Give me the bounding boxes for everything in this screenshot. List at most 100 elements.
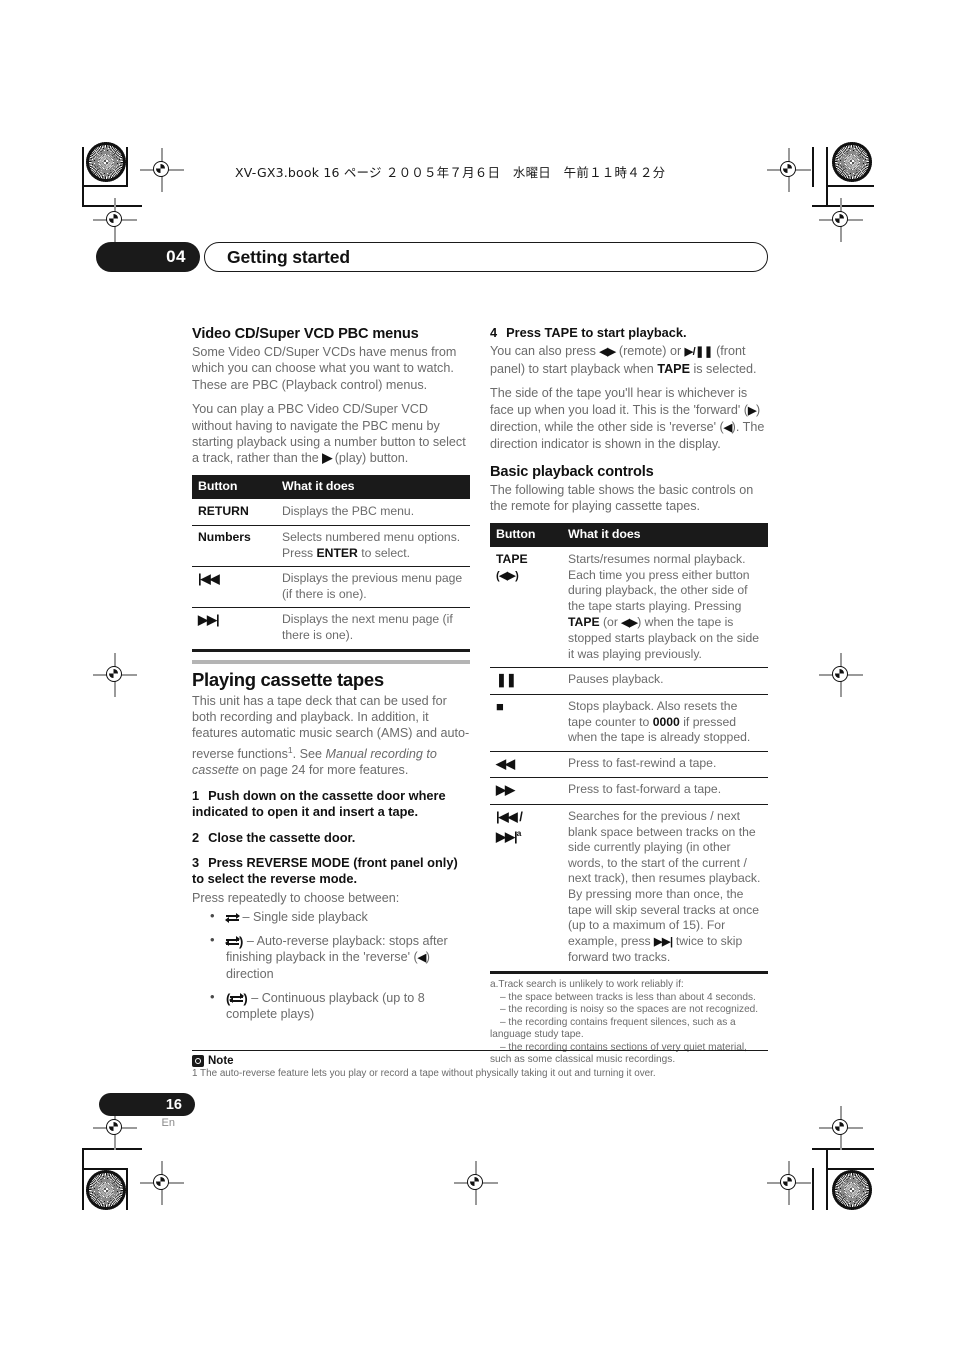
note-divider-rule: [192, 1050, 768, 1052]
pbc-para2-text-b: (play) button.: [331, 451, 409, 466]
step-number: 2: [192, 829, 200, 845]
book-header-line: XV-GX3.book 16 ページ ２００５年７月６日 水曜日 午前１１時４２…: [235, 165, 666, 180]
crop-line: [812, 205, 874, 207]
registration-mark: [767, 148, 811, 192]
fastforward-icon: ▶▶: [496, 782, 515, 798]
table-row: ▶▶ Press to fast-forward a tape.: [490, 777, 768, 805]
footnote-item: – the space between tracks is less than …: [500, 991, 756, 1003]
footnote-lead: a.Track search is unlikely to work relia…: [490, 978, 684, 990]
crop-line: [82, 205, 142, 207]
reverse-mode-auto-icon: ): [225, 935, 243, 949]
reverse-direction-icon: ◀: [723, 422, 732, 435]
list-item: – Single side playback: [210, 908, 470, 925]
registration-mark: [767, 1161, 811, 1205]
cassette-text-b: . See: [292, 747, 326, 761]
registration-mark: [819, 653, 863, 697]
chapter-title-pill: Getting started: [204, 242, 768, 272]
table-row: ◀◀ Press to fast-rewind a tape.: [490, 751, 768, 779]
crop-line: [82, 147, 84, 207]
crop-line: [82, 185, 127, 187]
note-label: Note: [208, 1055, 234, 1068]
desc-bold-enter: ENTER: [316, 545, 358, 560]
chapter-number: 04: [96, 242, 200, 272]
skip-previous-icon: |◀◀: [198, 571, 220, 587]
crop-line: [826, 185, 874, 187]
right-column: 4 Press TAPE to start playback. You can a…: [490, 325, 768, 1067]
reverse-mode-continuous-icon: (): [226, 990, 248, 1006]
crop-line: [82, 1148, 84, 1210]
step-text: Press REVERSE MODE (front panel only) to…: [192, 855, 458, 887]
desc-cell: Displays the next menu page (if there is…: [276, 607, 470, 652]
chapter-bar: 04 Getting started: [96, 242, 768, 272]
list-item: ) – Auto-reverse playback: stops after f…: [210, 932, 470, 983]
registration-rosette: [86, 1170, 126, 1210]
pbc-intro-paragraph-2: You can play a PBC Video CD/Super VCD wi…: [192, 401, 470, 467]
basic-playback-controls-table: Button What it does TAPE (◀▶) Starts/res…: [490, 522, 768, 974]
table-row: TAPE (◀▶) Starts/resumes normal playback…: [490, 547, 768, 669]
registration-mark: [819, 1106, 863, 1150]
button-cell-fastforward: ▶▶: [490, 777, 562, 805]
table-row: ▶▶| Displays the next menu page (if ther…: [192, 607, 470, 652]
table-row: RETURN Displays the PBC menu.: [192, 499, 470, 527]
tape-direction-icon: ◀▶: [621, 616, 638, 629]
skip-next-icon: ▶▶|: [496, 828, 518, 844]
step-number: 3: [192, 855, 200, 871]
column-header-button: Button: [192, 474, 276, 500]
s4p2-a: The side of the tape you'll hear is whic…: [490, 386, 748, 417]
note-icon: [192, 1055, 204, 1068]
cassette-intro-paragraph: This unit has a tape deck that can be us…: [192, 693, 470, 779]
desc-cell: Selects numbered menu options. Press ENT…: [276, 525, 470, 568]
page-language-code: En: [161, 1117, 175, 1129]
registration-mark: [140, 1161, 184, 1205]
footnote-item: – the recording is noisy so the spaces a…: [500, 1004, 759, 1016]
skip-previous-icon: |◀◀: [496, 808, 518, 824]
button-cell-stop: ■: [490, 694, 562, 752]
registration-mark: [93, 653, 137, 697]
reverse-mode-options-list: – Single side playback ) – Auto-reverse …: [192, 908, 470, 1022]
note-block: Note 1 The auto-reverse feature lets you…: [192, 1050, 768, 1080]
section-heading-playing-cassette-tapes: Playing cassette tapes: [192, 668, 384, 690]
list-item-label: – Continuous playback (up to 8 complete …: [226, 990, 425, 1022]
step-text: Push down on the cassette door where ind…: [192, 787, 446, 820]
button-cell-tape: TAPE (◀▶): [490, 547, 562, 669]
desc-cell: Starts/resumes normal playback. Each tim…: [562, 547, 768, 669]
reverse-mode-single-icon: [225, 912, 240, 925]
note-text: 1 The auto-reverse feature lets you play…: [192, 1068, 656, 1080]
registration-mark: [93, 198, 137, 242]
s4p1-d: is selected.: [689, 361, 757, 376]
reverse-direction-icon: ◀: [417, 952, 426, 965]
crop-line: [812, 147, 814, 187]
button-cell-numbers: Numbers: [192, 525, 276, 568]
note-heading: Note: [192, 1055, 768, 1068]
button-cell-skip-next: ▶▶|: [192, 607, 276, 652]
play-icon: ▶: [322, 450, 332, 466]
tape-direction-icon: (◀▶): [496, 569, 519, 582]
table-row: Numbers Selects numbered menu options. P…: [192, 525, 470, 568]
step-number: 4: [490, 325, 498, 340]
step-number: 1: [192, 787, 200, 803]
button-cell-skip-search: |◀◀ / ▶▶|a: [490, 804, 562, 974]
step-text: Press TAPE to start playback.: [506, 325, 687, 340]
s4p1-a: You can also press: [490, 344, 600, 359]
column-header-what-it-does: What it does: [276, 474, 470, 500]
step-text: Close the cassette door.: [208, 829, 356, 845]
crop-line: [82, 1148, 142, 1150]
table-row: ❚❚ Pauses playback.: [490, 667, 768, 695]
print-marks-layer: [0, 0, 954, 1351]
button-cell-rewind: ◀◀: [490, 751, 562, 779]
cassette-text-c: on page 24 for more features.: [238, 763, 409, 778]
crop-line: [126, 1168, 128, 1210]
button-cell-pause: ❚❚: [490, 667, 562, 695]
desc-cell: Displays the PBC menu.: [276, 499, 470, 527]
step-1: 1 Push down on the cassette door where in…: [192, 788, 470, 821]
s4p1-bold-tape: TAPE: [657, 361, 690, 376]
registration-mark: [140, 148, 184, 192]
skip-next-icon: ▶▶|: [654, 935, 673, 948]
rewind-icon: ◀◀: [496, 755, 515, 771]
button-cell-skip-previous: |◀◀: [192, 566, 276, 609]
footnote-marker: a: [516, 827, 522, 838]
list-item-label-a: – Auto-reverse playback: stops after fin…: [226, 933, 448, 965]
table-row: |◀◀ / ▶▶|a Searches for the previous / n…: [490, 804, 768, 974]
page-title: Getting started: [227, 246, 350, 267]
play-pause-icon: ▶/❚❚: [684, 346, 713, 359]
